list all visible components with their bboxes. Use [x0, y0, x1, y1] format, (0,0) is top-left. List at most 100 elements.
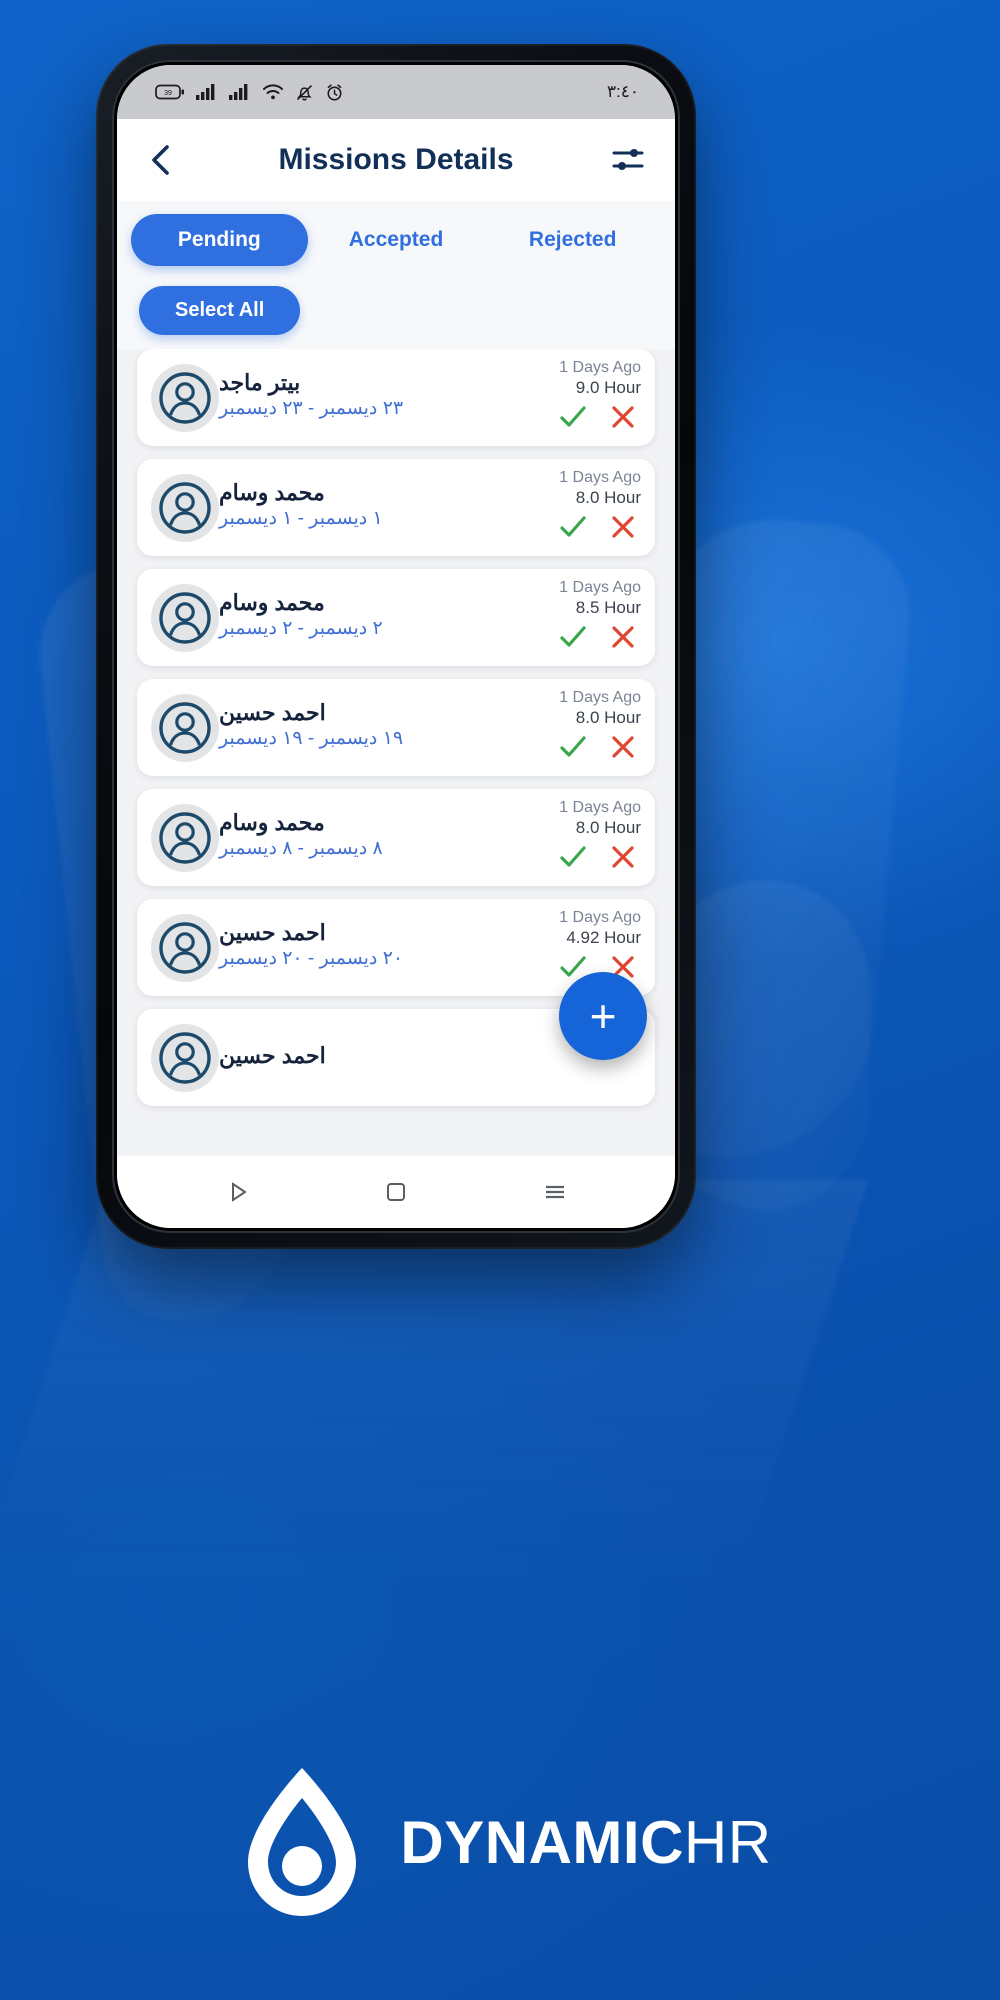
employee-name: احمد حسين: [219, 1042, 326, 1068]
hours-amount: 8.0 Hour: [575, 708, 641, 727]
nav-recents-button[interactable]: [527, 1169, 583, 1215]
time-ago: 1 Days Ago: [559, 799, 641, 816]
reject-button[interactable]: [609, 623, 637, 651]
close-x-icon: [612, 406, 634, 428]
mission-date: ٢ ديسمبر - ٢ ديسمبر: [219, 618, 383, 640]
filter-sliders-icon: [612, 149, 644, 170]
hours-amount: 8.5 Hour: [575, 598, 641, 617]
notification-off-icon: [296, 84, 313, 101]
employee-name: محمد وسام: [219, 589, 325, 615]
card-actions: [559, 843, 641, 871]
status-tabs: Pending Accepted Rejected: [117, 201, 675, 279]
add-mission-fab[interactable]: +: [559, 972, 647, 1060]
hours-amount: 8.0 Hour: [575, 488, 641, 507]
reject-button[interactable]: [609, 403, 637, 431]
employee-name: احمد حسين: [219, 919, 326, 945]
card-actions: [559, 403, 641, 431]
square-home-icon: [386, 1183, 405, 1201]
nav-back-button[interactable]: [209, 1169, 265, 1215]
avatar: [151, 473, 219, 542]
mission-meta: 1 Days Ago 9.0 Hour: [506, 349, 641, 446]
mission-info: محمد وسام ١ ديسمبر - ١ ديسمبر: [219, 479, 506, 532]
accept-button[interactable]: [559, 403, 587, 431]
employee-name: محمد وسام: [219, 479, 325, 505]
person-avatar-icon: [159, 921, 211, 974]
hours-amount: 4.92 Hour: [566, 928, 641, 947]
reject-button[interactable]: [609, 733, 637, 761]
phone-bezel: 39 ٣:٤٠ Missions Details Pending Accepte…: [112, 60, 680, 1233]
reject-button[interactable]: [609, 513, 637, 541]
avatar: [151, 913, 219, 982]
avatar: [151, 693, 219, 762]
tab-pending[interactable]: Pending: [131, 214, 308, 266]
hours-amount: 8.0 Hour: [575, 818, 641, 837]
battery-icon: 39: [155, 84, 184, 100]
avatar: [151, 1023, 219, 1092]
time-ago: 1 Days Ago: [559, 359, 641, 376]
mission-info: بيتر ماجد ٢٣ ديسمبر - ٢٣ ديسمبر: [219, 369, 506, 422]
mission-info: احمد حسين ١٩ ديسمبر - ١٩ ديسمبر: [219, 699, 506, 752]
time-ago: 1 Days Ago: [559, 579, 641, 596]
reject-button[interactable]: [609, 843, 637, 871]
android-nav-bar: [117, 1156, 675, 1228]
mission-meta: 1 Days Ago 8.0 Hour: [506, 459, 641, 556]
select-all-row: Select All: [117, 279, 675, 349]
employee-name: احمد حسين: [219, 699, 326, 725]
back-button[interactable]: [141, 140, 181, 180]
status-bar-icons: 39: [155, 83, 344, 102]
check-icon: [560, 516, 586, 537]
mission-info: محمد وسام ٨ ديسمبر - ٨ ديسمبر: [219, 809, 506, 862]
mission-card[interactable]: محمد وسام ٢ ديسمبر - ٢ ديسمبر 1 Days Ago…: [137, 569, 655, 666]
person-avatar-icon: [159, 371, 211, 424]
phone-screen: 39 ٣:٤٠ Missions Details Pending Accepte…: [117, 65, 675, 1228]
mission-card[interactable]: احمد حسين ١٩ ديسمبر - ١٩ ديسمبر 1 Days A…: [137, 679, 655, 776]
triangle-back-icon: [231, 1182, 247, 1202]
svg-text:39: 39: [164, 90, 172, 97]
menu-recents-icon: [546, 1185, 565, 1199]
mission-meta: 1 Days Ago 8.0 Hour: [506, 789, 641, 886]
accept-button[interactable]: [559, 733, 587, 761]
plus-icon: +: [589, 990, 617, 1042]
time-ago: 1 Days Ago: [559, 909, 641, 926]
employee-name: بيتر ماجد: [219, 369, 301, 395]
accept-button[interactable]: [559, 513, 587, 541]
app-bar: Missions Details: [117, 119, 675, 201]
close-x-icon: [612, 846, 634, 868]
check-icon: [560, 626, 586, 647]
missions-list[interactable]: بيتر ماجد ٢٣ ديسمبر - ٢٣ ديسمبر 1 Days A…: [117, 349, 675, 1156]
filter-button[interactable]: [607, 139, 649, 181]
mission-info: احمد حسين ٢٠ ديسمبر - ٢٠ ديسمبر: [219, 919, 506, 972]
select-all-button[interactable]: Select All: [139, 285, 301, 335]
mission-date: ١٩ ديسمبر - ١٩ ديسمبر: [219, 728, 404, 750]
person-avatar-icon: [159, 701, 211, 754]
page-title: Missions Details: [278, 143, 514, 176]
close-x-icon: [612, 736, 634, 758]
chevron-left-icon: [152, 145, 169, 175]
mission-date: ٢٣ ديسمبر - ٢٣ ديسمبر: [219, 398, 404, 420]
nav-home-button[interactable]: [368, 1169, 424, 1215]
mission-card[interactable]: بيتر ماجد ٢٣ ديسمبر - ٢٣ ديسمبر 1 Days A…: [137, 349, 655, 446]
time-ago: 1 Days Ago: [559, 469, 641, 486]
signal-icon: [229, 84, 248, 100]
close-x-icon: [612, 626, 634, 648]
tab-accepted[interactable]: Accepted: [308, 214, 485, 266]
mission-card[interactable]: محمد وسام ١ ديسمبر - ١ ديسمبر 1 Days Ago…: [137, 459, 655, 556]
dynamic-hr-droplet-logo: [248, 1768, 357, 1916]
check-icon: [560, 846, 586, 867]
person-avatar-icon: [159, 481, 211, 534]
avatar: [151, 363, 219, 432]
avatar: [151, 803, 219, 872]
phone-mockup: 39 ٣:٤٠ Missions Details Pending Accepte…: [96, 44, 696, 1249]
mission-card[interactable]: محمد وسام ٨ ديسمبر - ٨ ديسمبر 1 Days Ago…: [137, 789, 655, 886]
accept-button[interactable]: [559, 623, 587, 651]
mission-meta: 1 Days Ago 8.5 Hour: [506, 569, 641, 666]
brand-name-light: HR: [683, 1808, 772, 1876]
tab-rejected[interactable]: Rejected: [484, 214, 661, 266]
status-bar: 39 ٣:٤٠: [117, 65, 675, 119]
mission-date: ٢٠ ديسمبر - ٢٠ ديسمبر: [219, 948, 404, 970]
mission-date: ١ ديسمبر - ١ ديسمبر: [219, 508, 383, 530]
wifi-icon: [263, 84, 283, 100]
accept-button[interactable]: [559, 843, 587, 871]
person-avatar-icon: [159, 811, 211, 864]
signal-icon: [196, 84, 215, 100]
